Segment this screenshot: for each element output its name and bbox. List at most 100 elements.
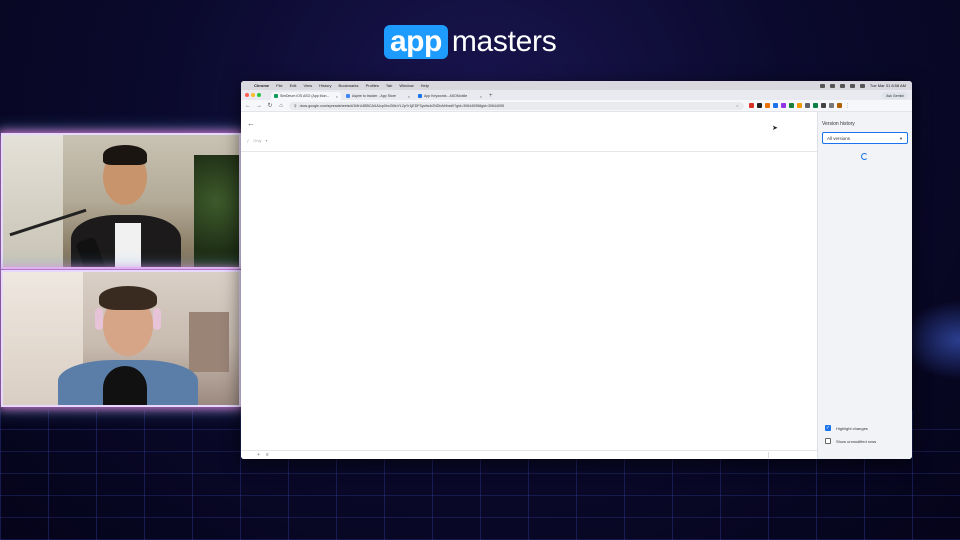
select-value: All versions	[827, 135, 851, 141]
browser-window: Chrome File Edit View History Bookmarks …	[241, 81, 912, 459]
host-hair	[103, 145, 147, 165]
tab-tracker[interactable]: Aspire to tracker - App Store ×	[343, 92, 413, 100]
formula-bar: ƒ Only ▾	[247, 138, 267, 143]
checkbox-checked[interactable]: ✓	[825, 425, 831, 431]
tab-title: App Keywords - ASOMobile	[424, 94, 468, 98]
window-controls	[245, 90, 261, 100]
tab-asomobile[interactable]: App Keywords - ASOMobile ×	[415, 92, 485, 100]
extension-icon[interactable]	[813, 103, 818, 108]
download-icon[interactable]	[829, 103, 834, 108]
close-window-button[interactable]	[245, 93, 249, 97]
tab-sheets[interactable]: SimDeum iOS ASO (App Mon... ×	[271, 92, 341, 100]
add-sheet-button[interactable]: +	[257, 452, 260, 458]
appmasters-logo: app masters	[384, 24, 557, 60]
menubar-clock[interactable]: Tue Mar 31 8:58 AM	[870, 83, 906, 88]
extension-icon[interactable]	[789, 103, 794, 108]
option-label: Highlight changes	[836, 425, 868, 431]
status-icon[interactable]	[829, 83, 835, 88]
cell-ref[interactable]: Only	[253, 138, 261, 143]
new-tab-button[interactable]: +	[487, 92, 495, 100]
menu-edit[interactable]: Edit	[290, 83, 297, 88]
status-icon[interactable]	[819, 83, 825, 88]
back-arrow-icon[interactable]: ←	[247, 119, 255, 128]
divider	[241, 151, 817, 152]
reload-icon[interactable]: ↻	[267, 102, 273, 109]
menu-bookmarks[interactable]: Bookmarks	[339, 83, 359, 88]
host-shirt	[115, 223, 141, 267]
webcam-host	[1, 133, 241, 269]
chevron-down-icon: ▼	[899, 135, 903, 141]
mouse-cursor-icon: ➤	[772, 125, 778, 132]
window-blinds	[3, 135, 63, 267]
headphone-left	[95, 308, 103, 330]
menu-help[interactable]: Help	[421, 83, 429, 88]
checkbox-unchecked[interactable]	[825, 438, 831, 444]
tracker-icon	[346, 94, 350, 98]
microphone	[103, 366, 147, 405]
avatar[interactable]	[837, 103, 842, 108]
close-tab-icon[interactable]: ×	[480, 94, 482, 99]
menu-app-name[interactable]: Chrome	[254, 83, 269, 88]
extension-icon[interactable]	[749, 103, 754, 108]
menu-view[interactable]: View	[303, 83, 312, 88]
asomobile-icon	[418, 94, 422, 98]
close-tab-icon[interactable]: ×	[408, 94, 410, 99]
address-url: docs.google.com/spreadsheets/d/1MrU4BBCA…	[299, 103, 505, 108]
home-icon[interactable]: ⌂	[278, 103, 284, 109]
extension-icon[interactable]	[773, 103, 778, 108]
browser-toolbar: ← → ↻ ⌂ ⚲ docs.google.com/spreadsheets/d…	[241, 100, 912, 112]
back-icon[interactable]: ←	[245, 103, 251, 109]
sheets-icon	[274, 94, 278, 98]
extension-icon[interactable]	[781, 103, 786, 108]
profile-button[interactable]: Ask Gemini	[882, 92, 908, 99]
wifi-icon[interactable]	[849, 83, 855, 88]
versions-filter-select[interactable]: All versions ▼	[822, 132, 908, 144]
tab-title: Aspire to tracker - App Store	[352, 94, 396, 98]
extension-icon[interactable]	[797, 103, 802, 108]
sheet-footer: + ≡	[241, 450, 817, 459]
tab-strip: SimDeum iOS ASO (App Mon... × Aspire to …	[241, 90, 912, 100]
menu-window[interactable]: Window	[399, 83, 413, 88]
show-unmodified-rows-option[interactable]: Show unmodified rows	[825, 438, 876, 444]
all-sheets-button[interactable]: ≡	[266, 452, 269, 458]
forward-icon[interactable]: →	[256, 103, 262, 109]
menu-profiles[interactable]: Profiles	[366, 83, 379, 88]
logo-text: masters	[451, 25, 557, 58]
menu-tab[interactable]: Tab	[386, 83, 392, 88]
divider	[768, 452, 769, 458]
plant	[194, 155, 239, 267]
extension-icon[interactable]	[765, 103, 770, 108]
shelf	[189, 312, 229, 372]
option-label: Show unmodified rows	[836, 438, 877, 444]
minimize-window-button[interactable]	[251, 93, 255, 97]
zoom-window-button[interactable]	[257, 93, 261, 97]
chevron-down-icon[interactable]: ▾	[265, 138, 267, 143]
guest-hair	[99, 286, 157, 310]
webcam-guest	[1, 270, 241, 407]
extension-icon[interactable]	[805, 103, 810, 108]
menubar-status: Tue Mar 31 8:58 AM	[819, 83, 906, 88]
spreadsheet-area: ← ƒ Only ▾ ➤ + ≡	[241, 112, 817, 459]
highlight-changes-option[interactable]: ✓ Highlight changes	[825, 425, 868, 431]
panel-title: Version history	[822, 121, 855, 127]
site-info-icon[interactable]: ⚲	[294, 104, 297, 108]
tab-title: SimDeum iOS ASO (App Mon...	[280, 94, 330, 98]
menu-file[interactable]: File	[276, 83, 282, 88]
puzzle-icon[interactable]	[821, 103, 826, 108]
fx-icon: ƒ	[247, 138, 250, 143]
page-content: ← ƒ Only ▾ ➤ + ≡ Version history All ver…	[241, 112, 912, 459]
kebab-menu-icon[interactable]: ⋮	[845, 103, 850, 109]
headphone-right	[153, 308, 161, 330]
version-history-panel: Version history All versions ▼ ✓ Highlig…	[817, 112, 912, 459]
menu-history[interactable]: History	[319, 83, 331, 88]
logo-badge: app	[384, 25, 448, 59]
status-icon[interactable]	[839, 83, 845, 88]
macos-menubar: Chrome File Edit View History Bookmarks …	[241, 81, 912, 90]
address-bar[interactable]: ⚲ docs.google.com/spreadsheets/d/1MrU4BB…	[289, 101, 744, 110]
battery-icon[interactable]	[859, 83, 865, 88]
loading-spinner	[861, 153, 868, 160]
extension-icon[interactable]	[757, 103, 762, 108]
close-tab-icon[interactable]: ×	[336, 94, 338, 99]
bookmark-star-icon[interactable]: ☆	[736, 104, 739, 108]
extensions-row: ⋮	[749, 103, 850, 109]
